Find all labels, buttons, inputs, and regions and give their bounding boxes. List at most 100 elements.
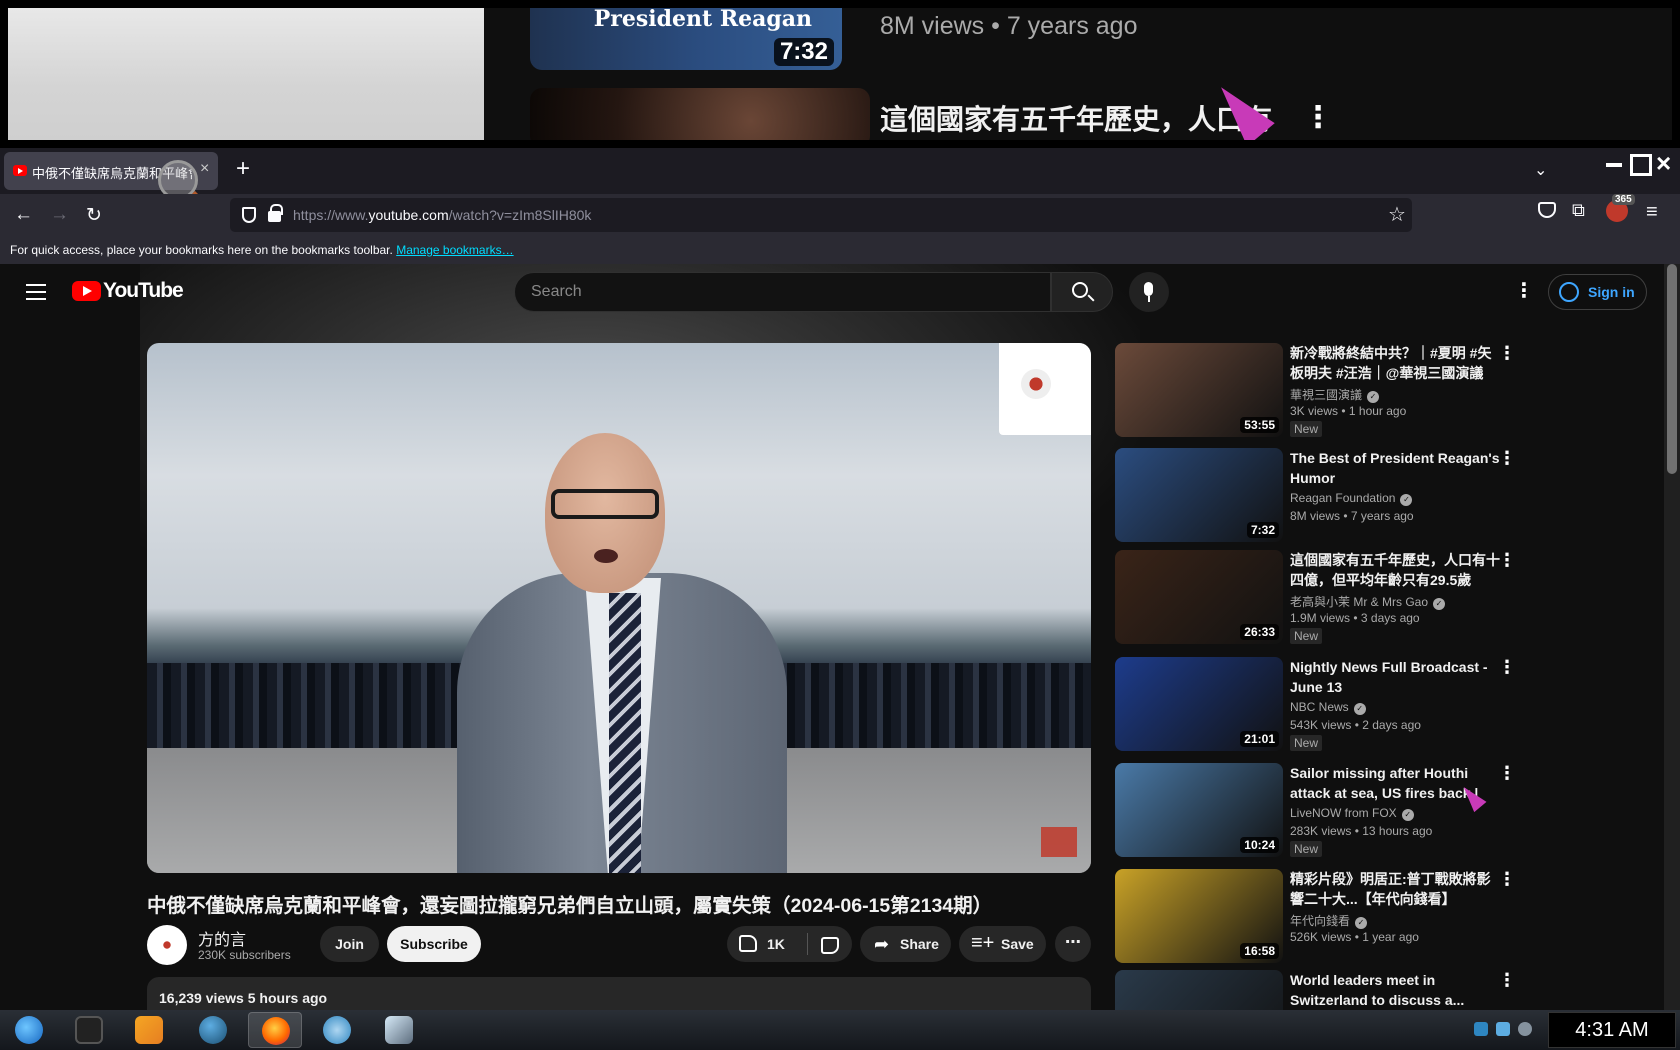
recommendation-item[interactable]: 7:32 The Best of President Reagan's Humo…: [1115, 448, 1565, 544]
recommendation-thumbnail[interactable]: 7:32: [1115, 448, 1283, 542]
youtube-logo-icon[interactable]: [72, 281, 101, 301]
recommendation-thumbnail[interactable]: 21:01: [1115, 657, 1283, 751]
recommendation-thumbnail[interactable]: 16:58: [1115, 869, 1283, 963]
volume-tray-icon[interactable]: [1496, 1022, 1510, 1036]
taskbar-item[interactable]: [62, 1012, 116, 1048]
more-vert-icon[interactable]: ⋮: [1498, 550, 1516, 571]
recommendation-title[interactable]: Nightly News Full Broadcast - June 13: [1290, 657, 1500, 697]
share-icon: ➦: [874, 934, 890, 954]
close-icon[interactable]: ×: [200, 160, 209, 178]
chevron-down-icon[interactable]: ⌄: [1534, 160, 1547, 180]
recommendation-title[interactable]: 新冷戰將終結中共？｜#夏明 #矢板明夫 #汪浩｜@華視三國演議: [1290, 343, 1500, 383]
duration-badge: 26:33: [1240, 624, 1279, 640]
sign-in-button[interactable]: Sign in: [1548, 274, 1647, 310]
clock[interactable]: 4:31 AM: [1548, 1012, 1676, 1048]
taskbar-item[interactable]: [122, 1012, 176, 1048]
more-vert-icon[interactable]: ⋮: [1498, 343, 1516, 364]
navigation-toolbar: ← → ↻ https://www.youtube.com/watch?v=zI…: [0, 194, 1680, 238]
channel-avatar[interactable]: [147, 925, 187, 965]
scrollbar-thumb[interactable]: [1667, 264, 1677, 474]
new-tab-button[interactable]: +: [236, 155, 250, 183]
recommendation-item[interactable]: 10:24 Sailor missing after Houthi attack…: [1115, 763, 1565, 859]
thumbs-up-icon[interactable]: [739, 935, 757, 952]
more-vert-icon[interactable]: ⋮: [1498, 657, 1516, 678]
more-vert-icon[interactable]: ⋮: [1498, 448, 1516, 469]
more-vert-icon[interactable]: ⋮: [1303, 100, 1333, 135]
recommendation-item[interactable]: World leaders meet in Switzerland to dis…: [1115, 970, 1565, 1010]
globe-icon: [199, 1016, 227, 1044]
pocket-icon[interactable]: [1538, 202, 1556, 218]
back-button[interactable]: ←: [14, 204, 33, 226]
app-menu-icon[interactable]: ≡: [1646, 201, 1658, 224]
lock-icon[interactable]: [268, 204, 283, 222]
preview-thumbnail[interactable]: President Reagan 7:32: [530, 8, 842, 70]
maximize-button[interactable]: [1630, 154, 1652, 176]
recommendation-title[interactable]: 精彩片段》明居正:普丁戰敗將影響二十大...【年代向錢看】: [1290, 869, 1500, 909]
recommendation-thumbnail[interactable]: 53:55: [1115, 343, 1283, 437]
more-vert-icon[interactable]: ⋮: [1498, 763, 1516, 784]
forward-button[interactable]: →: [50, 204, 69, 226]
extensions-icon[interactable]: ⧉: [1572, 200, 1585, 221]
recommendation-item[interactable]: 21:01 Nightly News Full Broadcast - June…: [1115, 657, 1565, 753]
description-box[interactable]: 16,239 views 5 hours ago: [147, 977, 1091, 1010]
update-tray-icon[interactable]: [1518, 1022, 1532, 1036]
recommendation-item[interactable]: 26:33 這個國家有五千年歷史，人口有十四億，但平均年齡只有29.5歲 老高與…: [1115, 550, 1565, 646]
settings-more-icon[interactable]: ⋮: [1514, 278, 1534, 303]
start-button[interactable]: [2, 1012, 56, 1048]
taskbar-item[interactable]: [186, 1012, 240, 1048]
recommendation-views: 8M views • 7 years ago: [1290, 509, 1414, 523]
computer-icon: [385, 1016, 413, 1044]
url-bar[interactable]: https://www.youtube.com/watch?v=zIm8SlIH…: [230, 198, 1412, 232]
youtube-logo-text[interactable]: YouTube: [103, 279, 184, 303]
minimize-button[interactable]: [1604, 154, 1624, 174]
share-button[interactable]: ➦ Share: [860, 926, 951, 962]
more-actions-button[interactable]: ⋯: [1055, 926, 1091, 962]
bookmark-star-icon[interactable]: ☆: [1388, 202, 1406, 227]
url-text[interactable]: https://www.youtube.com/watch?v=zIm8SlIH…: [293, 207, 591, 223]
recommendation-channel[interactable]: LiveNOW from FOX: [1290, 806, 1414, 821]
recommendation-channel[interactable]: Reagan Foundation: [1290, 491, 1412, 506]
like-count[interactable]: 1K: [767, 936, 785, 952]
search-input[interactable]: Search: [514, 272, 1051, 312]
microphone-icon[interactable]: [1129, 272, 1169, 312]
hamburger-menu-icon[interactable]: [26, 284, 46, 300]
more-vert-icon[interactable]: ⋮: [1498, 970, 1516, 991]
presenter-tie: [609, 593, 641, 873]
save-button[interactable]: ≡+ Save: [959, 926, 1046, 962]
recommendation-title[interactable]: 這個國家有五千年歷史，人口有十四億，但平均年齡只有29.5歲: [1290, 550, 1500, 590]
recommendation-channel[interactable]: 華視三國演議: [1290, 386, 1379, 403]
bookmarks-toolbar: For quick access, place your bookmarks h…: [0, 238, 1680, 264]
recommendation-channel[interactable]: 老高與小茉 Mr & Mrs Gao: [1290, 593, 1445, 610]
recommendation-title[interactable]: The Best of President Reagan's Humor: [1290, 448, 1500, 488]
video-player[interactable]: [147, 343, 1091, 873]
taskbar-item[interactable]: [310, 1012, 364, 1048]
taskbar-item[interactable]: [372, 1012, 426, 1048]
shield-icon[interactable]: [242, 207, 256, 223]
preview-thumbnail-title: President Reagan: [593, 8, 812, 32]
join-button[interactable]: Join: [320, 926, 379, 962]
share-label: Share: [900, 936, 939, 952]
recommendation-item[interactable]: 53:55 新冷戰將終結中共？｜#夏明 #矢板明夫 #汪浩｜@華視三國演議 華視…: [1115, 343, 1565, 439]
network-tray-icon[interactable]: [1474, 1022, 1488, 1036]
recommendation-thumbnail[interactable]: 10:24: [1115, 763, 1283, 857]
preview-thumbnail[interactable]: [530, 88, 870, 140]
recommendation-item[interactable]: 16:58 精彩片段》明居正:普丁戰敗將影響二十大...【年代向錢看】 年代向錢…: [1115, 869, 1565, 965]
video-preview-strip: President Reagan 7:32 8M views • 7 years…: [0, 0, 1680, 148]
search-button[interactable]: [1051, 272, 1113, 312]
account-icon: [1559, 282, 1579, 302]
recommendation-channel[interactable]: NBC News: [1290, 700, 1366, 715]
channel-name[interactable]: 方的言: [198, 926, 246, 950]
thumbs-down-icon[interactable]: [821, 937, 839, 954]
window-close-button[interactable]: ×: [1656, 148, 1671, 179]
manage-bookmarks-link[interactable]: Manage bookmarks…: [396, 243, 513, 257]
watermark-seal: [1021, 369, 1051, 399]
recommendation-thumbnail[interactable]: 26:33: [1115, 550, 1283, 644]
page-scrollbar[interactable]: [1664, 264, 1680, 1010]
subscribe-button[interactable]: Subscribe: [387, 926, 481, 962]
taskbar-item-firefox[interactable]: [248, 1012, 302, 1048]
more-vert-icon[interactable]: ⋮: [1498, 869, 1516, 890]
recommendation-thumbnail[interactable]: [1115, 970, 1283, 1010]
recommendation-channel[interactable]: 年代向錢看: [1290, 912, 1367, 929]
recommendation-title[interactable]: World leaders meet in Switzerland to dis…: [1290, 970, 1500, 1010]
reload-button[interactable]: ↻: [86, 204, 102, 227]
